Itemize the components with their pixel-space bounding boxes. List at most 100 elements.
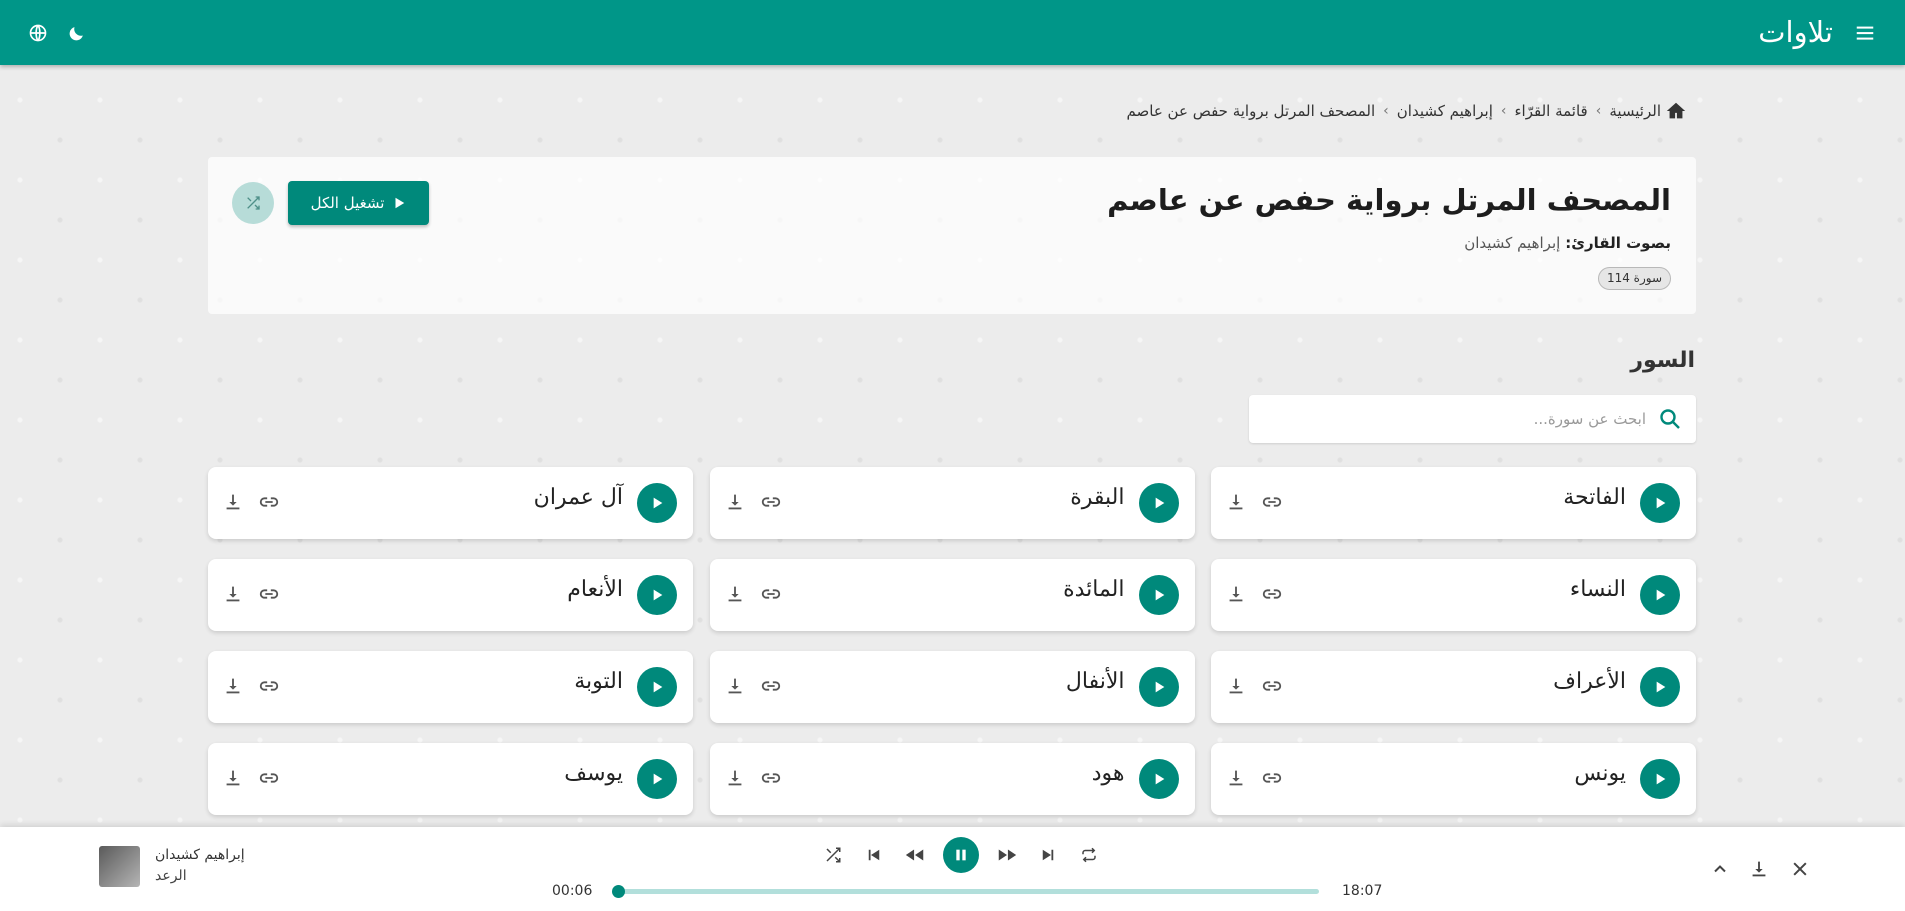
globe-icon	[29, 24, 47, 42]
menu-icon	[1856, 26, 1874, 40]
theme-toggle-button[interactable]	[56, 13, 96, 53]
previous-button[interactable]	[861, 842, 887, 868]
play-icon	[1656, 681, 1666, 693]
play-icon	[1155, 497, 1164, 509]
progress-bar[interactable]	[612, 885, 1319, 898]
download-icon	[1229, 678, 1243, 694]
copy-link-button[interactable]	[1261, 675, 1283, 697]
download-button[interactable]	[724, 675, 746, 697]
play-icon	[1656, 497, 1666, 509]
download-icon	[1229, 770, 1243, 786]
breadcrumb-home[interactable]: الرئيسية	[1609, 100, 1687, 122]
play-all-button[interactable]: تشغيل الكل	[288, 181, 429, 225]
progress-handle[interactable]	[612, 885, 626, 898]
shuffle-icon	[247, 196, 260, 210]
download-icon	[728, 770, 741, 786]
link-icon	[259, 497, 279, 507]
fast-forward-button[interactable]	[994, 842, 1020, 868]
breadcrumb-reciter[interactable]: إبراهيم كشيدان	[1397, 102, 1493, 120]
surah-play-button[interactable]	[1640, 483, 1680, 523]
copy-link-button[interactable]	[1261, 583, 1283, 605]
shuffle-all-button[interactable]	[232, 182, 274, 224]
play-icon	[1155, 773, 1164, 785]
surah-name: النساء	[1569, 577, 1626, 602]
player-download-button[interactable]	[1745, 855, 1773, 883]
surah-play-button[interactable]	[1138, 575, 1179, 615]
surah-play-button[interactable]	[637, 667, 677, 707]
download-button[interactable]	[222, 675, 244, 697]
download-button[interactable]	[222, 767, 244, 789]
surah-play-button[interactable]	[637, 483, 677, 523]
skip-previous-icon	[868, 849, 880, 861]
surah-card: المائدة	[709, 559, 1195, 631]
surah-play-button[interactable]	[1138, 483, 1179, 523]
copy-link-button[interactable]	[1261, 491, 1283, 513]
chevron-up-icon	[1714, 865, 1726, 873]
surah-name: الفاتحة	[1563, 485, 1626, 510]
play-icon	[395, 197, 405, 209]
surah-card: التوبة	[208, 651, 693, 723]
menu-button[interactable]	[1845, 13, 1885, 53]
copy-link-button[interactable]	[760, 767, 782, 789]
audio-player: إبراهيم كشيدان الرعد 00:06 18:07	[0, 827, 1905, 911]
surah-card: يونس	[1211, 743, 1696, 815]
surah-name: الأنفال	[1065, 669, 1125, 694]
repeat-button[interactable]	[1076, 842, 1102, 868]
surah-name: آل عمران	[533, 485, 623, 510]
breadcrumb-reciters[interactable]: قائمة القرّاء	[1514, 102, 1587, 120]
download-icon	[226, 770, 240, 786]
download-icon	[226, 678, 240, 694]
app-logo[interactable]: تلاوات	[1758, 10, 1833, 54]
pause-button[interactable]	[943, 837, 979, 873]
rewind-icon	[905, 849, 924, 861]
copy-link-button[interactable]	[258, 767, 280, 789]
download-button[interactable]	[1225, 767, 1247, 789]
next-button[interactable]	[1035, 842, 1061, 868]
shuffle-button[interactable]	[820, 842, 846, 868]
surah-card: الأنفال	[709, 651, 1195, 723]
surah-play-button[interactable]	[1640, 759, 1680, 799]
download-button[interactable]	[222, 583, 244, 605]
download-button[interactable]	[724, 491, 746, 513]
play-icon	[653, 589, 663, 601]
duration: 18:07	[1342, 883, 1383, 899]
surah-play-button[interactable]	[1640, 667, 1680, 707]
shuffle-icon	[826, 847, 841, 863]
rewind-button[interactable]	[902, 842, 928, 868]
breadcrumb-current: المصحف المرتل برواية حفص عن عاصم	[1126, 102, 1376, 120]
surah-search-input[interactable]	[1276, 403, 1646, 435]
breadcrumb-separator: ‹	[1383, 103, 1389, 119]
surah-card: الأعراف	[1211, 651, 1696, 723]
expand-player-button[interactable]	[1706, 855, 1734, 883]
download-button[interactable]	[1225, 675, 1247, 697]
play-icon	[653, 497, 663, 509]
language-button[interactable]	[18, 13, 58, 53]
reciter-line: بصوت القارئ: إبراهيم كشيدان	[1464, 234, 1671, 252]
search-icon	[1660, 409, 1680, 429]
copy-link-button[interactable]	[258, 491, 280, 513]
surah-card: هود	[709, 743, 1195, 815]
link-icon	[1262, 681, 1282, 691]
download-button[interactable]	[724, 583, 746, 605]
copy-link-button[interactable]	[258, 583, 280, 605]
surah-play-button[interactable]	[1138, 667, 1179, 707]
download-button[interactable]	[1225, 491, 1247, 513]
breadcrumb-separator: ‹	[1595, 103, 1602, 119]
download-button[interactable]	[1225, 583, 1247, 605]
surah-play-button[interactable]	[637, 759, 677, 799]
breadcrumb-separator: ‹	[1500, 103, 1507, 119]
current-time: 00:06	[552, 883, 593, 899]
surah-play-button[interactable]	[637, 575, 677, 615]
copy-link-button[interactable]	[760, 491, 782, 513]
download-button[interactable]	[724, 767, 746, 789]
copy-link-button[interactable]	[760, 583, 782, 605]
surah-play-button[interactable]	[1138, 759, 1179, 799]
surah-play-button[interactable]	[1640, 575, 1680, 615]
copy-link-button[interactable]	[258, 675, 280, 697]
copy-link-button[interactable]	[760, 675, 782, 697]
mushaf-header-card: المصحف المرتل برواية حفص عن عاصم بصوت ال…	[208, 157, 1696, 314]
close-player-button[interactable]	[1786, 855, 1814, 883]
copy-link-button[interactable]	[1261, 767, 1283, 789]
download-button[interactable]	[222, 491, 244, 513]
repeat-icon	[1082, 847, 1096, 863]
